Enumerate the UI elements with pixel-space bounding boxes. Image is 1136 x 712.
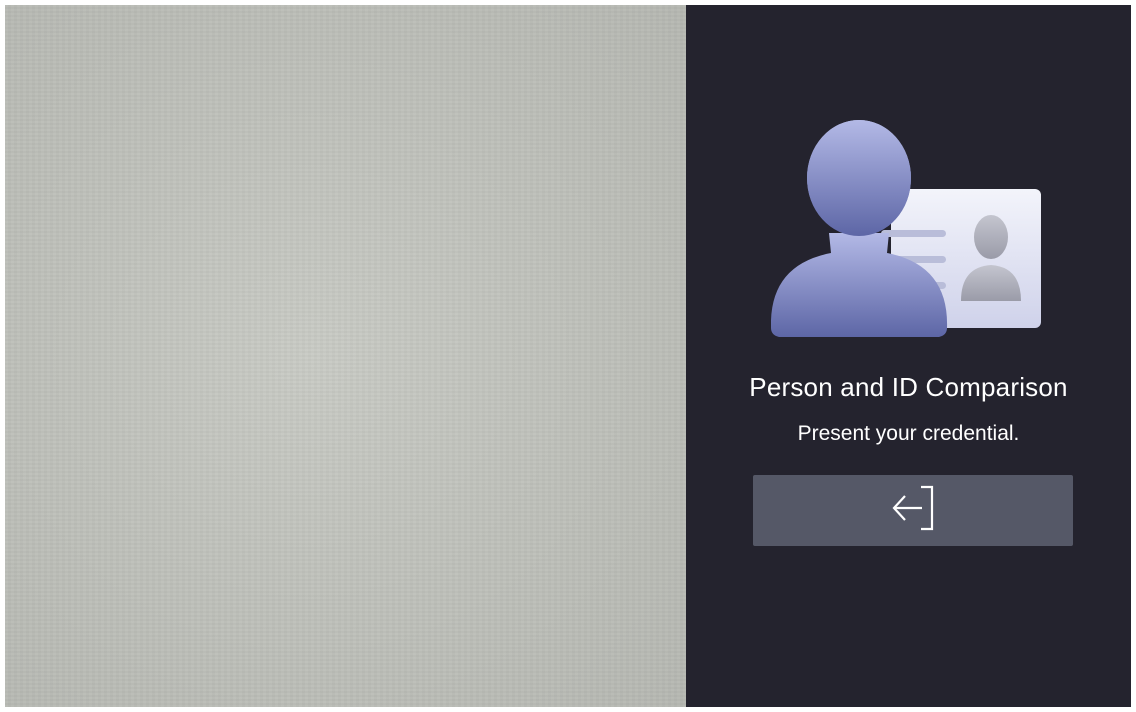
side-panel: Person and ID Comparison Present your cr… [686, 5, 1131, 707]
instruction-text: Present your credential. [797, 422, 1020, 445]
exit-arrow-icon [888, 484, 938, 537]
person-and-id-card-icon [770, 115, 1061, 340]
page-title: Person and ID Comparison [749, 372, 1068, 402]
camera-preview [5, 5, 686, 707]
exit-button[interactable] [753, 475, 1073, 546]
screen: Person and ID Comparison Present your cr… [5, 5, 1131, 707]
